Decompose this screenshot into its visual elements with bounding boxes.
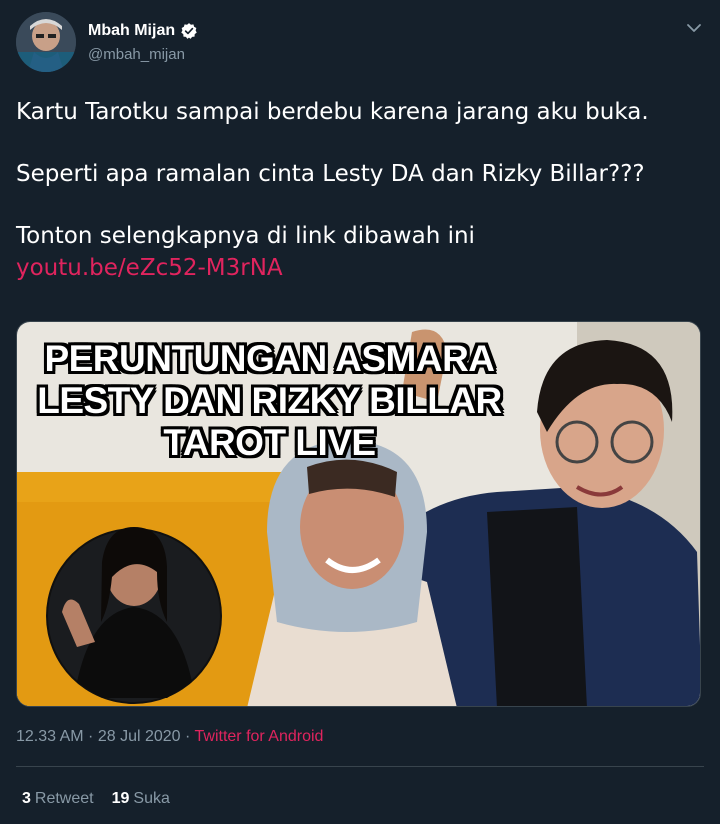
tweet-date[interactable]: 28 Jul 2020 bbox=[98, 728, 181, 745]
tweet-header: Mbah Mijan @mbah_mijan bbox=[16, 12, 704, 72]
tweet-media-image[interactable]: PERUNTUNGAN ASMARA LESTY DAN RIZKY BILLA… bbox=[16, 321, 701, 707]
divider bbox=[16, 766, 704, 767]
meta-separator: · bbox=[180, 728, 195, 745]
user-handle[interactable]: @mbah_mijan bbox=[88, 46, 185, 63]
retweet-count: 3 bbox=[22, 790, 31, 807]
tweet-line: Seperti apa ramalan cinta Lesty DA dan R… bbox=[16, 161, 645, 187]
tweet-stats: 3 Retweet 19 Suka bbox=[22, 790, 170, 808]
like-label: Suka bbox=[133, 790, 170, 807]
tweet-line: Tonton selengkapnya di link dibawah ini bbox=[16, 223, 475, 249]
retweet-stat[interactable]: 3 Retweet bbox=[22, 790, 94, 808]
verified-badge-icon bbox=[181, 23, 197, 39]
display-name[interactable]: Mbah Mijan bbox=[88, 22, 175, 40]
avatar[interactable] bbox=[16, 12, 76, 72]
like-count: 19 bbox=[111, 790, 130, 807]
tweet-link[interactable]: youtu.be/eZc52-M3rNA bbox=[16, 252, 704, 284]
tweet-meta: 12.33 AM · 28 Jul 2020 · Twitter for And… bbox=[16, 728, 323, 746]
media-overlay-line: LESTY DAN RIZKY BILLAR bbox=[37, 380, 502, 421]
media-overlay-line: PERUNTUNGAN ASMARA bbox=[44, 338, 495, 379]
tweet-source-link[interactable]: Twitter for Android bbox=[195, 728, 324, 745]
media-overlay-line: TAROT LIVE bbox=[163, 422, 376, 463]
meta-separator: · bbox=[83, 728, 98, 745]
like-stat[interactable]: 19 Suka bbox=[112, 790, 170, 808]
chevron-down-icon[interactable] bbox=[684, 18, 704, 38]
tweet-line: Kartu Tarotku sampai berdebu karena jara… bbox=[16, 99, 649, 125]
retweet-label: Retweet bbox=[34, 790, 94, 807]
tweet-text: Kartu Tarotku sampai berdebu karena jara… bbox=[16, 96, 704, 284]
tweet-time[interactable]: 12.33 AM bbox=[16, 728, 84, 745]
